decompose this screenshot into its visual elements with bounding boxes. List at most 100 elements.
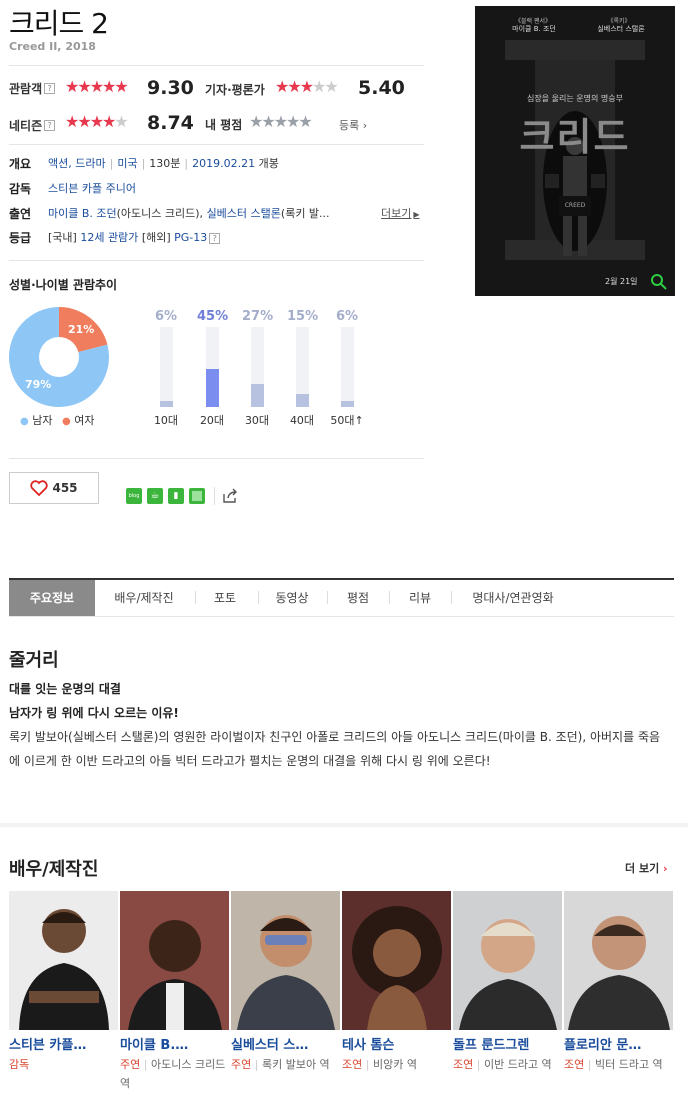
cast-name[interactable]: 플로리안 문… (564, 1034, 669, 1053)
crew-more-label: 더 보기 (625, 862, 660, 875)
role-type: 조연 (453, 1058, 474, 1071)
help-icon[interactable]: ? (209, 232, 221, 244)
genre-link[interactable]: 액션, 드라마 (48, 157, 106, 170)
cast-photo-munteanu[interactable] (564, 891, 673, 1030)
age-bar-track (296, 327, 309, 407)
age-pct-label: 15% (287, 309, 319, 324)
poster-date: 2월 21일 (605, 277, 638, 286)
age-bar (160, 401, 173, 407)
tab-separator (327, 591, 328, 604)
grade-foreign-tag: [해외] (141, 231, 171, 244)
cast-name[interactable]: 마이클 B.… (120, 1034, 225, 1053)
help-icon[interactable]: ? (44, 120, 56, 131)
cast-photo-jordan[interactable] (120, 891, 229, 1030)
cast-link-jordan[interactable]: 마이클 B. 조던 (48, 207, 117, 220)
share-icon[interactable] (222, 488, 238, 504)
register-rating-link[interactable]: 등록 › (339, 117, 367, 133)
divider (9, 144, 424, 145)
tab-cast-crew[interactable]: 배우/제작진 (95, 580, 193, 616)
cast-role: 조연 | 비앙카 역 (342, 1058, 417, 1071)
overview-row: 액션, 드라마 | 미국 | 130분 | 2019.02.21 개봉 (48, 157, 279, 170)
cast-link-stallone[interactable]: 실베스터 스탤론 (207, 207, 281, 220)
my-rating-stars[interactable]: ★★★★★ (249, 114, 313, 130)
netizen-label: 네티즌 (9, 119, 43, 133)
gender-legend: ● 남자 ● 여자 (20, 412, 94, 428)
age-bar-track (160, 327, 173, 407)
cast-role: 감독 (9, 1055, 115, 1074)
cast-name[interactable]: 돌프 룬드그렌 (453, 1034, 558, 1053)
critic-label: 기자·평론가 (205, 83, 265, 97)
age-label: 10대 (153, 414, 179, 427)
person-image (120, 891, 229, 1030)
cast-role-text: (록키 발... (280, 207, 330, 220)
critic-stars: ★★★★★ (275, 77, 339, 96)
country-link[interactable]: 미국 (117, 157, 137, 170)
story-line-2: 남자가 링 위에 다시 오르는 이유! (9, 706, 179, 720)
story-heading: 줄거리 (9, 650, 59, 671)
role-type: 조연 (342, 1058, 363, 1071)
audience-stars: ★★★★★ (65, 77, 129, 96)
story-body: 록키 발보아(실베스터 스탤론)의 영원한 라이벌이자 친구인 아폴로 크리드의… (9, 730, 661, 768)
grade-domestic-link[interactable]: 12세 관람가 (80, 231, 138, 244)
cast-photo-thompson[interactable] (342, 891, 451, 1030)
cast-row: 마이클 B. 조던(아도니스 크리드), 실베스터 스탤론(록키 발... (48, 205, 330, 221)
person-image (342, 891, 451, 1030)
cast-name[interactable]: 테사 톰슨 (342, 1034, 447, 1053)
release-date-link[interactable]: 2019.02.21 (192, 157, 255, 170)
grade-foreign-link[interactable]: PG-13 (174, 231, 207, 244)
role-type: 감독 (9, 1058, 30, 1071)
age-label: 50대↑ (330, 414, 364, 427)
age-bar-track (206, 327, 219, 407)
grade-row: [국내] 12세 관람가 [해외] PG-13? (48, 229, 221, 245)
director-link[interactable]: 스티븐 카플 주니어 (48, 182, 136, 195)
cast-photo-stallone[interactable] (231, 891, 340, 1030)
role-type: 주연 (231, 1058, 252, 1071)
cast-name[interactable]: 실베스터 스… (231, 1034, 336, 1053)
age-bar (251, 384, 264, 407)
cast-photo-director[interactable] (9, 891, 118, 1030)
more-cast-link[interactable]: 더보기 ▶ (381, 205, 420, 221)
tab-review[interactable]: 리뷰 (389, 580, 451, 616)
divider (9, 65, 424, 66)
gender-pie-chart (9, 307, 109, 407)
poster-top-right-2: 실베스터 스탤론 (597, 25, 645, 33)
tab-rating[interactable]: 평점 (327, 580, 389, 616)
memo-share-icon[interactable] (189, 488, 205, 504)
age-label: 20대 (199, 414, 225, 427)
poster-tagline: 심장을 울리는 운명의 명승부 (527, 94, 623, 103)
tab-separator (389, 591, 390, 604)
original-title: Creed II, 2018 (9, 40, 96, 53)
tab-video[interactable]: 동영상 (257, 580, 327, 616)
poster-shorts-text: CREED (564, 202, 586, 209)
cast-role: 주연 | 아도니스 크리드 역 (120, 1058, 226, 1090)
caret-right-icon: ▶ (413, 210, 420, 219)
register-label: 등록 (339, 119, 360, 132)
my-rating-label: 내 평점 (205, 118, 243, 132)
cafe-share-icon[interactable]: ☕ (147, 488, 163, 504)
audience-rating: 관람객? (9, 78, 56, 97)
person-image (9, 891, 118, 1030)
cast-label: 출연 (9, 207, 32, 221)
poster-top-left-2: 마이클 B. 조던 (512, 25, 556, 33)
tab-photo[interactable]: 포토 (193, 580, 257, 616)
director-row: 스티븐 카플 주니어 (48, 180, 136, 196)
help-icon[interactable]: ? (44, 83, 56, 94)
audience-label: 관람객 (9, 82, 43, 96)
chevron-right-icon: › (362, 119, 368, 132)
poster-title: 크리드 (519, 115, 631, 159)
bookmark-share-icon[interactable]: ▮ (168, 488, 184, 504)
blog-share-icon[interactable]: blog (126, 488, 142, 504)
tab-quotes-related[interactable]: 명대사/연관영화 (451, 580, 575, 616)
cast-name[interactable]: 스티븐 카플… (9, 1034, 114, 1053)
male-legend-label: 남자 (32, 414, 53, 427)
tab-main-info[interactable]: 주요정보 (9, 580, 95, 616)
cast-role: 주연 | 록키 발보아 역 (231, 1058, 330, 1071)
cast-photo-lundgren[interactable] (453, 891, 562, 1030)
crew-more-link[interactable]: 더 보기 › (625, 860, 668, 876)
like-button[interactable]: 455 (9, 472, 99, 504)
movie-poster[interactable]: 《블랙 팬서》 마이클 B. 조던 《록키》 실베스터 스탤론 심장을 울리는 … (475, 6, 675, 296)
male-legend-dot: ● (20, 416, 29, 427)
person-image (453, 891, 562, 1030)
male-pct-label: 79% (25, 378, 52, 391)
tab-separator (195, 591, 196, 604)
